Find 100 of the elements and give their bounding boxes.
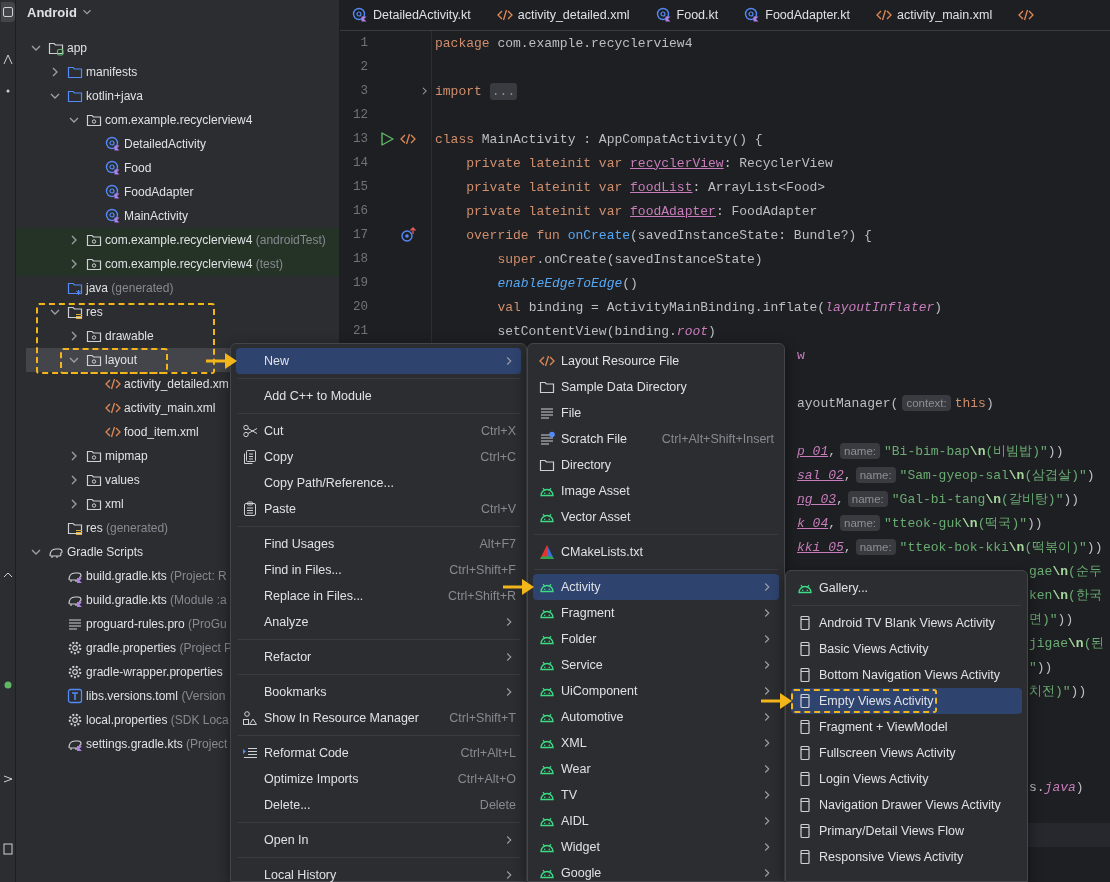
- text-file-icon: [67, 616, 83, 632]
- screen-icon: [797, 745, 813, 761]
- menu-item[interactable]: Widget: [533, 834, 779, 860]
- tree-item[interactable]: app: [16, 36, 230, 60]
- tool-window-icon[interactable]: [1, 842, 14, 856]
- tree-item[interactable]: DetailedActivity: [16, 132, 230, 156]
- menu-item[interactable]: Responsive Views Activity: [791, 844, 1022, 870]
- editor-tab[interactable]: activity_detailed.xml: [484, 0, 644, 30]
- menu-item[interactable]: Google: [533, 860, 779, 882]
- menu-item[interactable]: Optimize Imports Ctrl+Alt+O: [236, 766, 521, 792]
- editor-tab[interactable]: Food.kt: [643, 0, 733, 30]
- menu-item[interactable]: UiComponent: [533, 678, 779, 704]
- menu-item[interactable]: XML: [533, 730, 779, 756]
- menu-item[interactable]: Replace in Files... Ctrl+Shift+R: [236, 583, 521, 609]
- menu-item[interactable]: Wear: [533, 756, 779, 782]
- tree-item[interactable]: com.example.recyclerview4 (androidTest): [16, 228, 339, 252]
- code-line: k_04, name: "tteok-guk\n(떡국)")): [797, 514, 1043, 532]
- menu-item[interactable]: Folder: [533, 626, 779, 652]
- menu-item[interactable]: Sample Data Directory: [533, 374, 779, 400]
- menu-item[interactable]: Fragment + ViewModel: [791, 714, 1022, 740]
- menu-item[interactable]: Navigation Drawer Views Activity: [791, 792, 1022, 818]
- tree-item[interactable]: drawable: [16, 324, 230, 348]
- menu-item[interactable]: Activity: [533, 574, 779, 600]
- tree-item[interactable]: gradle-wrapper.properties: [16, 660, 230, 684]
- tree-item[interactable]: food_item.xml: [16, 420, 230, 444]
- menu-item[interactable]: Empty Views Activity: [791, 688, 1022, 714]
- tree-item[interactable]: build.gradle.kts (Module :a: [16, 588, 230, 612]
- menu-item[interactable]: Layout Resource File: [533, 348, 779, 374]
- menu-item[interactable]: AIDL: [533, 808, 779, 834]
- menu-item[interactable]: Refactor: [236, 644, 521, 670]
- tree-item[interactable]: com.example.recyclerview4 (test): [16, 252, 339, 276]
- shortcut-text: Ctrl+C: [480, 450, 516, 464]
- menu-item[interactable]: Paste Ctrl+V: [236, 496, 521, 522]
- menu-item[interactable]: Bookmarks: [236, 679, 521, 705]
- menu-item[interactable]: Cut Ctrl+X: [236, 418, 521, 444]
- menu-item[interactable]: Show In Resource Manager Ctrl+Shift+T: [236, 705, 521, 731]
- tree-item[interactable]: mipmap: [16, 444, 230, 468]
- tree-item[interactable]: proguard-rules.pro (ProGu: [16, 612, 230, 636]
- tool-window-icon[interactable]: [1, 52, 14, 66]
- code-icon: [105, 376, 121, 392]
- panel-title[interactable]: Android: [27, 4, 94, 20]
- menu-item[interactable]: Reformat Code Ctrl+Alt+L: [236, 740, 521, 766]
- menu-item[interactable]: Gallery...: [791, 575, 1022, 601]
- tree-item[interactable]: kotlin+java: [16, 84, 230, 108]
- menu-item[interactable]: Find in Files... Ctrl+Shift+F: [236, 557, 521, 583]
- menu-item[interactable]: Basic Views Activity: [791, 636, 1022, 662]
- menu-item[interactable]: Directory: [533, 452, 779, 478]
- tree-item[interactable]: res: [16, 300, 230, 324]
- tree-item[interactable]: settings.gradle.kts (Project: [16, 732, 230, 756]
- line-number: 16: [352, 204, 369, 218]
- tree-item[interactable]: java (generated): [16, 276, 230, 300]
- menu-item[interactable]: Image Asset: [533, 478, 779, 504]
- tree-item[interactable]: MainActivity: [16, 204, 230, 228]
- tree-item[interactable]: libs.versions.toml (Version: [16, 684, 230, 708]
- menu-item[interactable]: New: [236, 348, 521, 374]
- code-icon: [539, 353, 555, 369]
- tree-item[interactable]: Food: [16, 156, 230, 180]
- menu-item[interactable]: Android TV Blank Views Activity: [791, 610, 1022, 636]
- menu-item[interactable]: Local History: [236, 862, 521, 882]
- tree-item[interactable]: build.gradle.kts (Project: R: [16, 564, 230, 588]
- editor-tab[interactable]: activity_main.xml: [864, 0, 1007, 30]
- tree-item[interactable]: values: [16, 468, 230, 492]
- menu-item[interactable]: Vector Asset: [533, 504, 779, 530]
- menu-item[interactable]: Primary/Detail Views Flow: [791, 818, 1022, 844]
- tree-item[interactable]: com.example.recyclerview4: [16, 108, 253, 132]
- menu-item[interactable]: Fragment: [533, 600, 779, 626]
- package-icon: [86, 472, 102, 488]
- code-line: class MainActivity : AppCompatActivity() {: [435, 131, 763, 147]
- menu-item[interactable]: TV: [533, 782, 779, 808]
- tree-item[interactable]: local.properties (SDK Loca: [16, 708, 230, 732]
- menu-item[interactable]: Find Usages Alt+F7: [236, 531, 521, 557]
- menu-item[interactable]: Analyze: [236, 609, 521, 635]
- tree-item[interactable]: xml: [16, 492, 230, 516]
- menu-item[interactable]: Open In: [236, 827, 521, 853]
- class-icon: [655, 7, 672, 23]
- tree-item[interactable]: res (generated): [16, 516, 230, 540]
- tree-item[interactable]: Gradle Scripts: [16, 540, 230, 564]
- menu-item[interactable]: Fullscreen Views Activity: [791, 740, 1022, 766]
- tree-item[interactable]: activity_main.xml: [16, 396, 230, 420]
- tree-item[interactable]: activity_detailed.xm: [16, 372, 230, 396]
- menu-item[interactable]: Scratch File Ctrl+Alt+Shift+Insert: [533, 426, 779, 452]
- menu-item[interactable]: Delete... Delete: [236, 792, 521, 818]
- tool-window-icon[interactable]: [1, 5, 14, 19]
- menu-item[interactable]: File: [533, 400, 779, 426]
- menu-item[interactable]: Copy Path/Reference...: [236, 470, 521, 496]
- editor-tab[interactable]: FoodAdapter.kt: [732, 0, 865, 30]
- menu-item[interactable]: Bottom Navigation Views Activity: [791, 662, 1022, 688]
- menu-item[interactable]: Service: [533, 652, 779, 678]
- tree-item[interactable]: manifests: [16, 60, 230, 84]
- menu-item[interactable]: Add C++ to Module: [236, 383, 521, 409]
- menu-item[interactable]: Copy Ctrl+C: [236, 444, 521, 470]
- line-number: 12: [352, 108, 369, 122]
- code-line: val binding = ActivityMainBinding.inflate(layoutInflater): [496, 299, 943, 315]
- menu-item[interactable]: CMakeLists.txt: [533, 539, 779, 565]
- class-icon: [352, 7, 368, 23]
- code-icon: [1018, 7, 1035, 23]
- menu-item[interactable]: Login Views Activity: [791, 766, 1022, 792]
- tree-item[interactable]: FoodAdapter: [16, 180, 230, 204]
- editor-tab[interactable]: DetailedActivity.kt: [340, 0, 485, 30]
- menu-item[interactable]: Automotive: [533, 704, 779, 730]
